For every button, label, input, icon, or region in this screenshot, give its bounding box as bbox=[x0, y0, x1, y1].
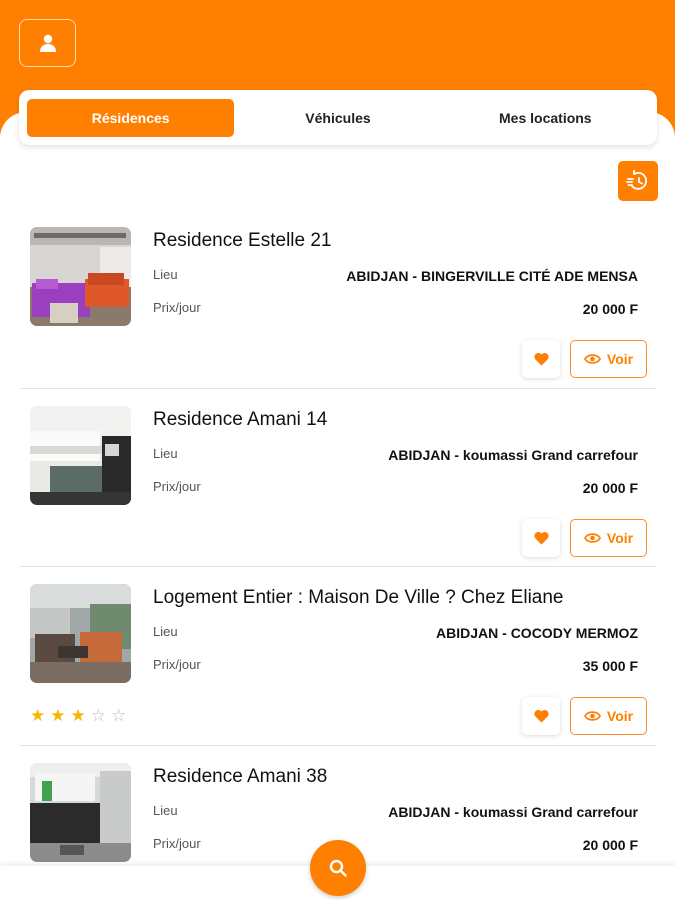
price-label: Prix/jour bbox=[153, 657, 201, 672]
view-button[interactable]: Voir bbox=[570, 340, 647, 378]
residence-list: Residence Estelle 21 Lieu ABIDJAN - BING… bbox=[20, 210, 656, 900]
location-label: Lieu bbox=[153, 802, 178, 818]
category-tabs: Résidences Véhicules Mes locations bbox=[19, 90, 657, 145]
star-filled-icon: ★ bbox=[30, 706, 46, 725]
residence-photo bbox=[30, 762, 131, 862]
heart-icon bbox=[533, 531, 549, 545]
favorite-button[interactable] bbox=[522, 697, 560, 735]
location-label: Lieu bbox=[153, 624, 178, 639]
list-item[interactable]: Residence Estelle 21 Lieu ABIDJAN - BING… bbox=[20, 210, 656, 389]
tab-residences[interactable]: Résidences bbox=[27, 98, 235, 137]
price-label: Prix/jour bbox=[153, 478, 201, 494]
residence-title: Residence Amani 14 bbox=[153, 408, 328, 430]
user-icon bbox=[39, 34, 56, 52]
location-value: ABIDJAN - BINGERVILLE CITÉ ADE MENSA bbox=[346, 268, 638, 284]
view-button-label: Voir bbox=[606, 708, 634, 724]
rating-stars: ★ ★ ★ ☆ ☆ bbox=[30, 707, 126, 724]
location-value: ABIDJAN - koumassi Grand carrefour bbox=[388, 803, 638, 820]
eye-icon bbox=[583, 532, 601, 543]
star-empty-icon: ☆ bbox=[90, 706, 106, 725]
eye-icon bbox=[583, 354, 601, 364]
residence-photo bbox=[30, 584, 131, 683]
search-button[interactable] bbox=[310, 840, 366, 896]
tab-vehicules[interactable]: Véhicules bbox=[234, 99, 441, 137]
view-button-label: Voir bbox=[606, 529, 634, 546]
favorite-button[interactable] bbox=[522, 518, 560, 557]
refresh-button[interactable] bbox=[618, 161, 658, 201]
price-label: Prix/jour bbox=[153, 300, 201, 315]
list-item[interactable]: Residence Amani 14 Lieu ABIDJAN - koumas… bbox=[20, 389, 656, 567]
heart-icon bbox=[533, 709, 549, 723]
refresh-icon bbox=[626, 169, 647, 190]
location-value: ABIDJAN - COCODY MERMOZ bbox=[436, 625, 638, 641]
list-item[interactable]: Logement Entier : Maison De Ville ? Chez… bbox=[20, 567, 656, 746]
residence-photo bbox=[30, 405, 131, 505]
profile-button[interactable] bbox=[19, 19, 76, 67]
location-label: Lieu bbox=[153, 267, 178, 282]
star-filled-icon: ★ bbox=[50, 706, 66, 725]
eye-icon bbox=[583, 711, 601, 721]
residence-title: Residence Estelle 21 bbox=[153, 230, 332, 251]
residence-title: Residence Amani 38 bbox=[153, 765, 328, 787]
favorite-button[interactable] bbox=[522, 340, 560, 378]
price-value: 35 000 F bbox=[582, 658, 638, 674]
residence-photo bbox=[30, 227, 131, 326]
heart-icon bbox=[533, 352, 549, 366]
star-empty-icon: ☆ bbox=[111, 706, 127, 725]
tab-mes-locations[interactable]: Mes locations bbox=[442, 99, 649, 137]
price-value: 20 000 F bbox=[582, 836, 638, 853]
view-button-label: Voir bbox=[606, 351, 634, 367]
price-label: Prix/jour bbox=[153, 835, 201, 851]
residence-title: Logement Entier : Maison De Ville ? Chez… bbox=[153, 587, 564, 608]
price-value: 20 000 F bbox=[582, 301, 638, 317]
search-icon bbox=[329, 859, 347, 877]
view-button[interactable]: Voir bbox=[570, 697, 647, 735]
view-button[interactable]: Voir bbox=[570, 518, 647, 557]
location-label: Lieu bbox=[153, 445, 178, 461]
star-filled-icon: ★ bbox=[70, 706, 86, 725]
location-value: ABIDJAN - koumassi Grand carrefour bbox=[388, 446, 638, 463]
price-value: 20 000 F bbox=[582, 479, 638, 496]
